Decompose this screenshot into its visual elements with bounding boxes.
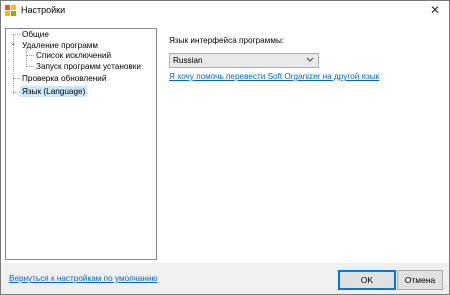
- tree-item-exclusions[interactable]: Список исключений: [34, 50, 113, 61]
- settings-window: Настройки ✕ Общие ⌄ Удаление программ Сп…: [0, 0, 450, 295]
- language-label: Язык интерфейса программы:: [169, 36, 285, 45]
- tree-connector: [26, 66, 34, 67]
- close-icon[interactable]: ✕: [427, 2, 443, 18]
- footer-bar: Вернуться к настройкам по умолчанию OK О…: [1, 263, 449, 294]
- title-bar[interactable]: Настройки ✕: [1, 1, 449, 20]
- tree-connector: [26, 51, 27, 67]
- language-select[interactable]: Russian: [169, 53, 319, 68]
- tree-item-check-updates[interactable]: Проверка обновлений: [20, 73, 108, 84]
- chevron-down-icon: [306, 56, 314, 65]
- resize-grip-icon[interactable]: ⋰: [440, 285, 448, 293]
- window-title: Настройки: [21, 5, 66, 15]
- translate-link[interactable]: Я хочу помочь перевести Soft Organizer н…: [169, 72, 379, 81]
- tree-connector: [13, 34, 20, 35]
- tree-item-run-installers[interactable]: Запуск программ установки: [34, 61, 143, 72]
- tree-connector: [26, 55, 34, 56]
- ok-button[interactable]: OK: [338, 270, 396, 290]
- tree-connector: [13, 92, 20, 93]
- tree-item-language[interactable]: Язык (Language): [20, 86, 88, 97]
- chevron-down-icon[interactable]: ⌄: [10, 40, 16, 48]
- settings-tree: Общие ⌄ Удаление программ Список исключе…: [5, 28, 157, 260]
- app-logo-icon: [5, 5, 16, 16]
- tree-connector: [13, 78, 20, 79]
- reset-defaults-link[interactable]: Вернуться к настройкам по умолчанию: [9, 274, 158, 283]
- cancel-button[interactable]: Отмена: [397, 270, 443, 290]
- tree-item-general[interactable]: Общие: [20, 29, 51, 40]
- language-select-value: Russian: [173, 56, 203, 65]
